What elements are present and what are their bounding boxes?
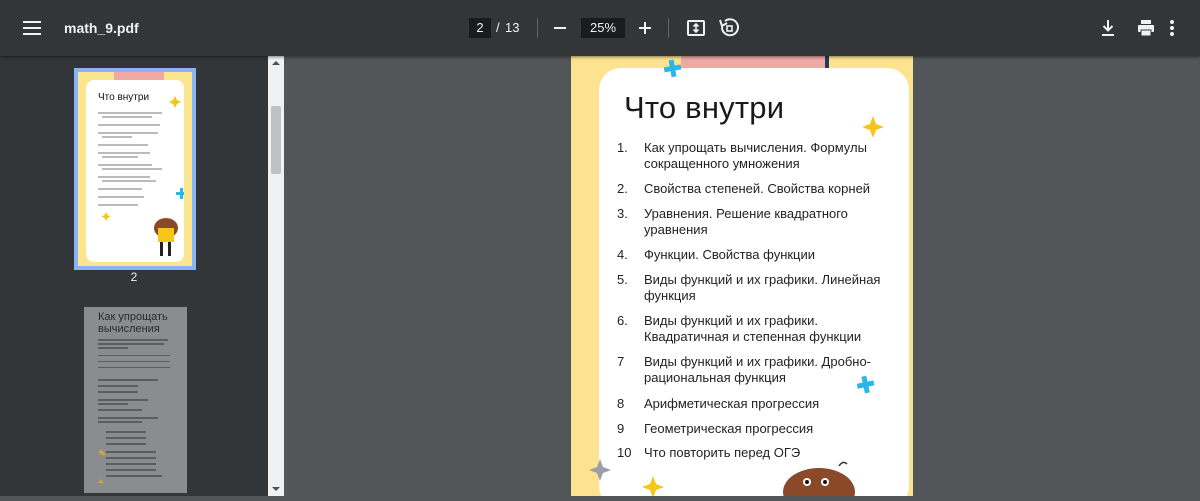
toc-item-number: 8 <box>617 396 625 411</box>
menu-icon[interactable] <box>20 16 44 40</box>
thumbnail-content-lines <box>98 339 170 483</box>
cross-icon <box>663 59 682 78</box>
page-thumbnail[interactable]: Как упрощать вычисления <box>84 307 187 493</box>
toc-item-number: 9 <box>617 421 625 436</box>
thumbnail-page-inner: Что внутри <box>86 80 184 262</box>
zoom-out-icon[interactable] <box>548 16 572 40</box>
toc-item-number: 4. <box>617 247 628 262</box>
thumbnail-sidebar: Что внутри 2 Как упрощать вычисления <box>0 56 268 496</box>
page-number-input[interactable]: 2 <box>469 18 491 38</box>
toc-item-number: 10 <box>617 445 632 460</box>
total-pages: 13 <box>505 20 520 35</box>
thumbnail-page-number: 2 <box>130 270 138 284</box>
page-heading: Что внутри <box>624 90 785 125</box>
fit-page-icon[interactable] <box>684 16 708 40</box>
toc-item-number: 7 <box>617 354 625 369</box>
scroll-down-arrow-icon[interactable] <box>268 482 284 496</box>
sparkle-icon <box>589 459 611 481</box>
file-name: math_9.pdf <box>64 20 139 36</box>
sidebar-scrollbar[interactable] <box>268 56 284 496</box>
toc-item-number: 6. <box>617 313 628 328</box>
toc-item-number: 2. <box>617 181 628 196</box>
pdf-toolbar: math_9.pdf 2 / 13 25% <box>0 0 1200 56</box>
mascot-icon <box>783 461 855 496</box>
toc-item-text: Что повторить перед ОГЭ <box>644 445 801 460</box>
toc-item-text: Виды функций и их графики. Квадратичная … <box>644 313 862 344</box>
more-vert-icon[interactable] <box>1160 16 1184 40</box>
sparkle-icon <box>642 476 664 496</box>
toc-item-text: Уравнения. Решение квадратного уравнения <box>644 206 848 237</box>
toolbar-divider <box>537 18 538 38</box>
toc-item-text: Арифметическая прогрессия <box>644 396 820 411</box>
thumbnail-content-lines <box>98 96 184 256</box>
toc-item-text: Виды функций и их графики. Линейная функ… <box>644 272 881 303</box>
thumbnail-pink-tab <box>114 72 164 80</box>
toc-item-number: 3. <box>617 206 628 221</box>
toc-item-text: Виды функций и их графики. Дробно-рацион… <box>644 354 871 385</box>
toolbar-divider <box>668 18 669 38</box>
sparkle-icon <box>862 116 884 138</box>
toc-item-text: Геометрическая прогрессия <box>644 421 814 436</box>
print-icon[interactable] <box>1134 16 1158 40</box>
zoom-input[interactable]: 25% <box>581 18 625 38</box>
rotate-icon[interactable] <box>717 16 741 40</box>
toc-item-text: Как упрощать вычисления. Формулы сокраще… <box>644 140 867 171</box>
toc-item-text: Свойства степеней. Свойства корней <box>644 181 871 196</box>
page-thumbnail-selected[interactable]: Что внутри <box>74 68 196 270</box>
download-icon[interactable] <box>1096 16 1120 40</box>
page-separator: / <box>496 20 500 35</box>
toc-item-text: Функции. Свойства функции <box>644 247 816 262</box>
toc-item-number: 1. <box>617 140 628 155</box>
zoom-in-icon[interactable] <box>633 16 657 40</box>
scroll-up-arrow-icon[interactable] <box>268 56 284 70</box>
scrollbar-thumb[interactable] <box>271 106 281 174</box>
toc-item-number: 5. <box>617 272 628 287</box>
